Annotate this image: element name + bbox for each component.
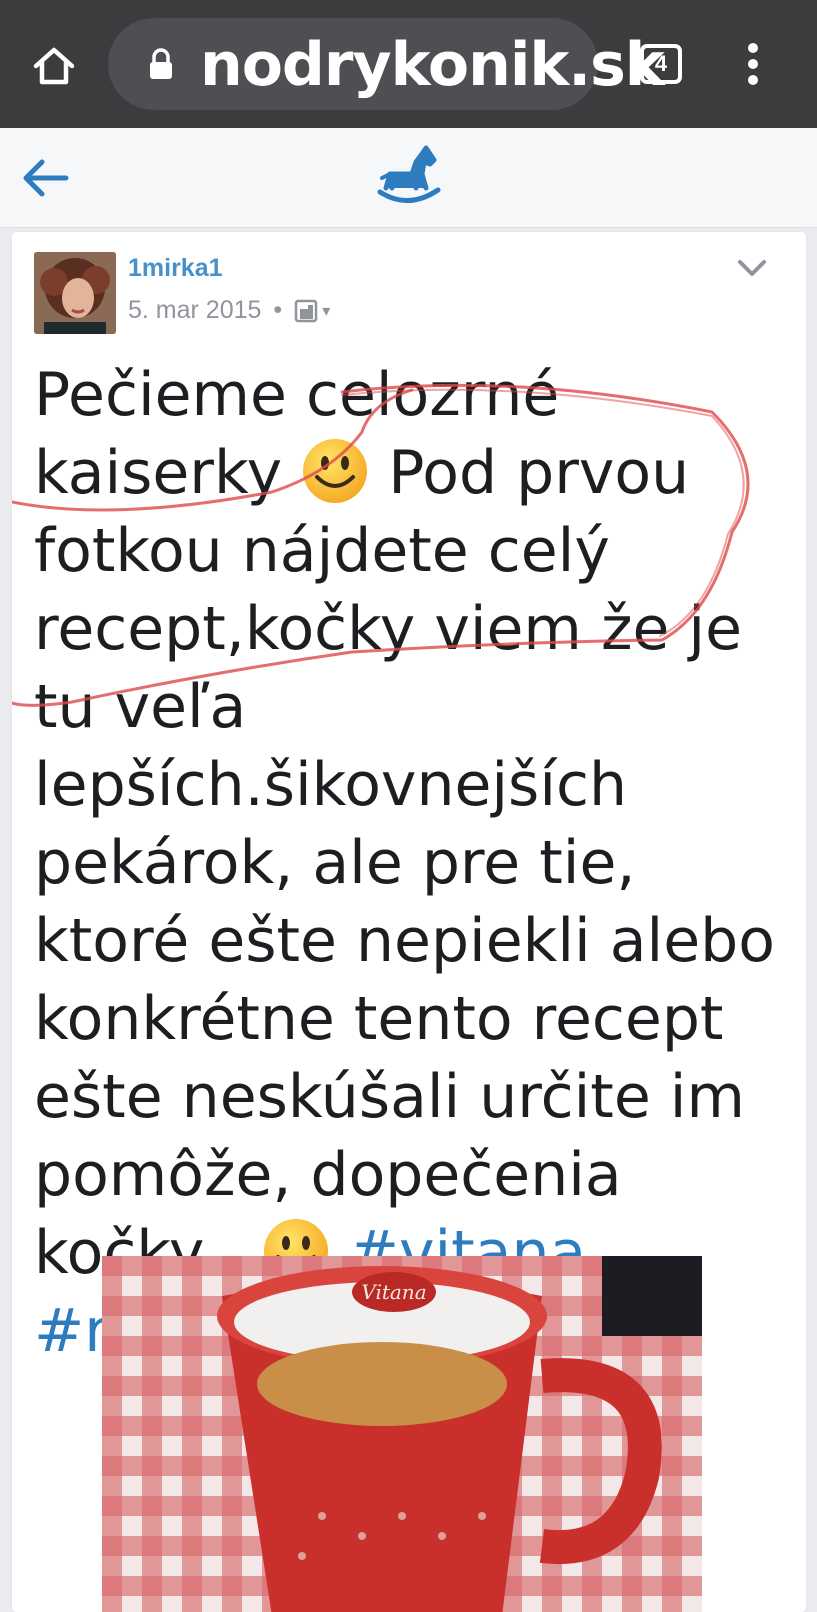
post-meta: 5. mar 2015 • ▾: [128, 296, 330, 325]
url-text: nodrykonik.sk: [200, 30, 665, 100]
home-button[interactable]: [22, 34, 86, 98]
post-date[interactable]: 5. mar 2015: [128, 296, 261, 325]
smiling-face-emoji: [303, 439, 368, 503]
mug-logo-text: Vitana: [361, 1280, 426, 1304]
rocking-horse-icon[interactable]: [372, 144, 444, 212]
friends-privacy-icon: [294, 299, 318, 322]
back-button[interactable]: [18, 152, 74, 204]
home-icon: [33, 47, 75, 85]
privacy-selector[interactable]: ▾: [294, 299, 330, 323]
post-options-button[interactable]: [732, 252, 772, 282]
avatar[interactable]: [34, 252, 116, 334]
privacy-dropdown-caret: ▾: [322, 302, 331, 320]
app-header: [0, 128, 817, 228]
more-vert-icon[interactable]: [738, 40, 768, 90]
tab-switcher-button[interactable]: 4: [640, 44, 682, 84]
address-bar[interactable]: nodrykonik.sk: [108, 18, 665, 110]
post-body: Pečieme celozrné kaiserky Pod prvou fotk…: [34, 356, 794, 1370]
chevron-down-icon: [738, 260, 766, 276]
arrow-left-icon: [23, 159, 69, 197]
post-card: 1mirka1 5. mar 2015 • ▾ Pečieme celozrné…: [12, 232, 806, 1612]
lock-icon: [150, 48, 172, 79]
post-text-part-2: Pod prvou fotkou nájdete celý recept,koč…: [34, 438, 775, 1288]
post-photo[interactable]: Vitana: [102, 1256, 702, 1612]
browser-toolbar: nodrykonik.sk 4: [0, 0, 817, 128]
meta-separator: •: [273, 296, 283, 324]
post-author[interactable]: 1mirka1: [128, 254, 223, 283]
